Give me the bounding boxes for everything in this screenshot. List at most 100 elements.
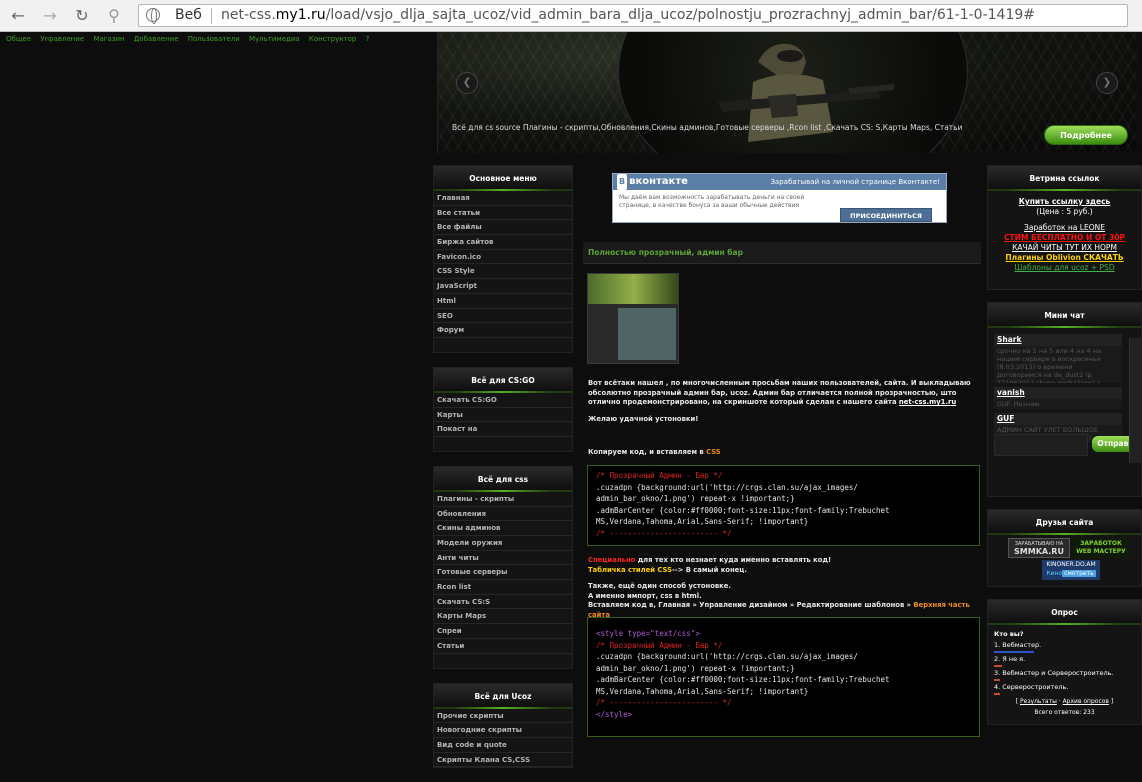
- article-paragraph-1: Вот всётаки нашел , по многочисленным пр…: [588, 379, 971, 406]
- poll-archive-link[interactable]: Архив опросов: [1063, 698, 1109, 705]
- menu-item-ready-servers[interactable]: Готовые серверы: [434, 565, 572, 581]
- ucoz-box-title: Всё для Ucoz: [434, 683, 572, 709]
- adminbar-item-general[interactable]: Общее: [6, 35, 31, 43]
- ad-link-1[interactable]: Заработок на LEONE: [988, 223, 1141, 233]
- forward-icon[interactable]: →: [40, 6, 60, 26]
- menu-item-csgo-more[interactable]: Покаст на: [434, 422, 572, 437]
- ad-link-4[interactable]: Плагины Oblivion СКАЧАТЬ: [988, 253, 1141, 263]
- menu-item-html[interactable]: Html: [434, 294, 572, 309]
- adminbar-item-shop[interactable]: Магазин: [93, 35, 124, 43]
- menu-item-all-articles[interactable]: Все статьи: [434, 206, 572, 221]
- right-sidebar: Ветрина ссылок Купить ссылку здесь (Цена…: [987, 165, 1142, 737]
- header-caption: Всё для cs source Плагины - скрипты,Обно…: [452, 123, 963, 132]
- adminbar-item-users[interactable]: Пользователи: [188, 35, 240, 43]
- article-paragraph-3: Копируем код, и вставляем в CSS: [588, 448, 721, 456]
- poll-option: 2. Я не я.: [994, 655, 1026, 663]
- menu-item-articles[interactable]: Статьи: [434, 639, 572, 654]
- poll-total: Всего ответов: 233: [1034, 709, 1095, 716]
- poll-bar: [994, 679, 1000, 681]
- menu-item-plugins[interactable]: Плагины - скрипты: [434, 492, 572, 507]
- smmka-banner[interactable]: ЗАРАБАТЫВАЮ НА SMMKA.RU: [1008, 538, 1070, 558]
- menu-item-weapon-models[interactable]: Модели оружия: [434, 536, 572, 551]
- code-block-1[interactable]: /* Прозрачный Админ - Бар */ .cuzadpn {b…: [587, 465, 980, 546]
- friends-title: Друзья сайта: [988, 510, 1141, 535]
- article-paragraph-2: Желаю удачной устоновки!: [588, 415, 699, 423]
- adminbar-item-constructor[interactable]: Конструктор: [309, 35, 356, 43]
- ad-link-5[interactable]: Шаблоны для ucoz + PSD: [988, 263, 1141, 273]
- menu-item-other-scripts[interactable]: Прочие скрипты: [434, 709, 572, 724]
- kinoner-banner[interactable]: KINONER.DO.AM Кино смотреть: [1042, 560, 1100, 580]
- menu-item-rcon-list[interactable]: Rcon list: [434, 580, 572, 595]
- poll-title: Опрос: [988, 600, 1141, 625]
- menu-item-anticheats[interactable]: Анти читы: [434, 551, 572, 566]
- more-button[interactable]: Подробнее: [1044, 125, 1128, 145]
- adminbar-item-management[interactable]: Управление: [40, 35, 84, 43]
- poll-option: 1. Вебмастер.: [994, 641, 1042, 649]
- menu-item-clan-scripts[interactable]: Скрипты Клана CS,CSS: [434, 753, 572, 768]
- menu-item-javascript[interactable]: JavaScript: [434, 279, 572, 294]
- chat-user[interactable]: GUF: [994, 413, 1122, 425]
- menu-item-updates[interactable]: Обновления: [434, 507, 572, 522]
- menu-item-forum[interactable]: Форум: [434, 323, 572, 338]
- css-box: Всё для css Плагины - скрипты Обновления…: [433, 465, 573, 669]
- vk-join-button[interactable]: ПРИСОЕДИНИТЬСЯ: [840, 208, 932, 222]
- browser-toolbar: ← → ↻ ⚲ Веб net-css.my1.ru/load/vsjo_dlj…: [0, 0, 1142, 32]
- reload-icon[interactable]: ↻: [72, 6, 92, 26]
- friends-box: Друзья сайта ЗАРАБАТЫВАЮ НА SMMKA.RU ЗАРА…: [987, 509, 1142, 587]
- chat-input[interactable]: [994, 434, 1088, 456]
- menu-item-seo[interactable]: SEO: [434, 309, 572, 324]
- poll-box: Опрос Кто вы? 1. Вебмастер. 2. Я не я. 3…: [987, 599, 1142, 725]
- webmaster-banner[interactable]: ЗАРАБОТОК WEB МАСТЕРУ: [1072, 538, 1130, 558]
- key-icon[interactable]: ⚲: [104, 6, 124, 26]
- main-menu-title: Основное меню: [434, 166, 572, 191]
- code-block-2[interactable]: <style type="text/css"> /* Прозрачный Ад…: [587, 617, 980, 737]
- adminbar-item-media[interactable]: Мультимедиа: [249, 35, 300, 43]
- left-sidebar: Основное меню Главная Все статьи Все фай…: [433, 165, 573, 782]
- menu-item-admin-skins[interactable]: Скины админов: [434, 521, 572, 536]
- back-icon[interactable]: ←: [8, 6, 28, 26]
- adminbar-item-add[interactable]: Добавление: [134, 35, 179, 43]
- poll-results-link[interactable]: Результаты: [1020, 698, 1057, 705]
- mini-chat-box: Мини чат Shark срочно кв 5 на 5 или 4 на…: [987, 302, 1142, 497]
- article-paragraph-4: Специально для тех кто незнает куда имен…: [588, 556, 832, 574]
- css-link[interactable]: CSS: [706, 448, 721, 456]
- article-paragraph-5: Также, ещё один способ устоновке. А имен…: [588, 582, 970, 619]
- csgo-box: Всё для CS:GO Скачать CS:GO Карты Покаст…: [433, 366, 573, 452]
- chat-scrollbar[interactable]: [1129, 338, 1142, 463]
- admin-bar: Общее Управление Магазин Добавление Поль…: [0, 32, 430, 46]
- prev-slide-icon[interactable]: ❮: [456, 72, 478, 94]
- links-showcase-box: Ветрина ссылок Купить ссылку здесь (Цена…: [987, 165, 1142, 290]
- menu-item-all-files[interactable]: Все файлы: [434, 220, 572, 236]
- menu-item-home[interactable]: Главная: [434, 191, 572, 206]
- chat-user[interactable]: Shark: [994, 334, 1122, 346]
- adminbar-item-help[interactable]: ?: [366, 35, 370, 43]
- menu-item-favicon[interactable]: Favicon.ico: [434, 250, 572, 265]
- ad-link-3[interactable]: КАЧАЙ ЧИТЫ ТУТ ИХ НОРМ: [988, 243, 1141, 253]
- globe-icon: [146, 8, 160, 24]
- links-box-title: Ветрина ссылок: [988, 166, 1141, 191]
- menu-item-css-style[interactable]: CSS Style: [434, 264, 572, 280]
- url-text[interactable]: net-css.my1.ru/load/vsjo_dlja_sajta_ucoz…: [221, 5, 1035, 26]
- article-screenshot-thumbnail[interactable]: [587, 273, 679, 364]
- chat-user[interactable]: vanish: [994, 387, 1122, 399]
- site-link[interactable]: net-css.my1.ru: [899, 398, 956, 406]
- menu-item-download-css[interactable]: Скачать CS:S: [434, 595, 572, 610]
- menu-item-code-quote[interactable]: Вид code и quote: [434, 738, 572, 753]
- menu-item-newyear-scripts[interactable]: Новогодние скрипты: [434, 723, 572, 738]
- article: Полностью прозрачный, админ бар Вот всёт…: [583, 242, 981, 737]
- main-menu-box: Основное меню Главная Все статьи Все фай…: [433, 165, 573, 353]
- menu-item-site-exchange[interactable]: Биржа сайтов: [434, 235, 572, 250]
- next-slide-icon[interactable]: ❯: [1096, 72, 1118, 94]
- chat-message: GUF. Незнаю.: [994, 399, 1122, 409]
- protocol-label: Веб: [175, 7, 202, 23]
- menu-item-csgo-download[interactable]: Скачать CS:GO: [434, 393, 572, 408]
- address-bar[interactable]: Веб net-css.my1.ru/load/vsjo_dlja_sajta_…: [138, 4, 1128, 27]
- vk-ad-banner[interactable]: Ввконтакте Зарабатывай на личной страниц…: [612, 173, 947, 223]
- poll-bar: [994, 665, 1002, 667]
- ad-link-2[interactable]: СТИМ БЕСПЛАТНО И ОТ 30Р: [988, 233, 1141, 243]
- buy-link[interactable]: Купить ссылку здесь: [988, 197, 1141, 207]
- site-header-banner: ❮ ❯ Всё для cs source Плагины - скрипты,…: [437, 32, 1137, 153]
- menu-item-csgo-maps[interactable]: Карты: [434, 408, 572, 423]
- menu-item-maps[interactable]: Карты Maps: [434, 609, 572, 625]
- menu-item-sprays[interactable]: Спреи: [434, 624, 572, 639]
